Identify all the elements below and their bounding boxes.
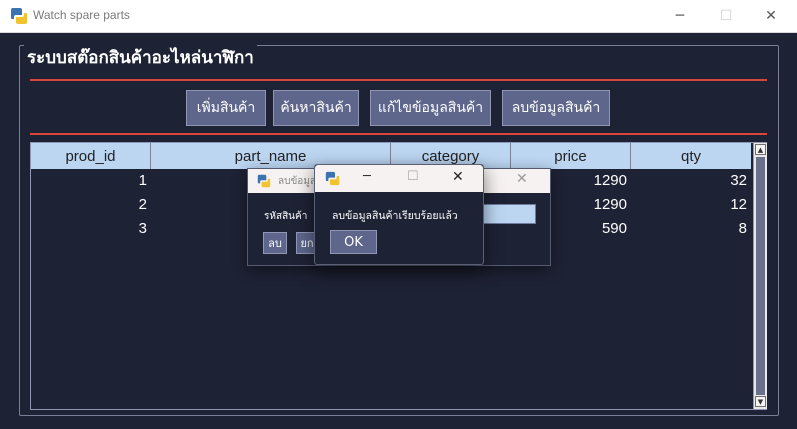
close-button[interactable]: ✕ [748,0,794,32]
scroll-up-arrow-icon[interactable]: ▲ [755,144,766,155]
cell-prod-id: 3 [138,220,147,237]
cell-qty: 12 [730,196,747,213]
app-heading: ระบบสต๊อกสินค้าอะไหล่นาฬิกา [24,44,257,71]
search-product-button[interactable]: ค้นหาสินค้า [273,90,359,126]
python-logo-icon [257,174,271,188]
window-title: Watch spare parts [33,8,130,22]
cell-qty: 32 [730,172,747,189]
delete-dialog-title: ลบข้อมูล [278,176,316,187]
cell-qty: 8 [738,220,747,237]
close-icon[interactable]: ✕ [452,169,464,185]
python-logo-icon [11,8,27,24]
window-titlebar: Watch spare parts ─ ☐ ✕ [0,0,797,33]
column-header-prod-id[interactable]: prod_id [31,143,151,169]
maximize-button[interactable]: ☐ [703,0,749,32]
minimize-button[interactable]: ─ [657,0,703,32]
minimize-icon[interactable]: ─ [363,169,371,184]
table-scrollbar[interactable]: ▲ ▼ [753,143,767,409]
cell-prod-id: 1 [138,172,147,189]
cell-prod-id: 2 [138,196,147,213]
edit-product-button[interactable]: แก้ไขข้อมูลสินค้า [370,90,491,126]
ok-button[interactable]: OK [330,230,377,254]
add-product-button[interactable]: เพิ่มสินค้า [186,90,266,126]
confirm-delete-button[interactable]: ลบ [263,232,287,254]
top-divider [30,79,767,81]
success-message: ลบข้อมูลสินค้าเรียบร้อยแล้ว [332,210,458,222]
close-icon[interactable]: ✕ [516,171,528,187]
scrollbar-thumb[interactable] [756,157,765,395]
delete-product-button[interactable]: ลบข้อมูลสินค้า [502,90,610,126]
success-message-dialog: ─ ☐ ✕ ลบข้อมูลสินค้าเรียบร้อยแล้ว OK [314,164,484,265]
product-code-label: รหัสสินค้า [264,211,308,222]
maximize-icon[interactable]: ☐ [407,169,419,184]
message-dialog-titlebar: ─ ☐ ✕ [315,165,483,192]
bottom-divider [30,133,767,135]
scroll-down-arrow-icon[interactable]: ▼ [755,396,766,407]
column-header-price[interactable]: price [511,143,631,169]
product-code-input[interactable] [481,204,536,224]
python-logo-icon [325,171,340,186]
column-header-qty[interactable]: qty [631,143,751,169]
